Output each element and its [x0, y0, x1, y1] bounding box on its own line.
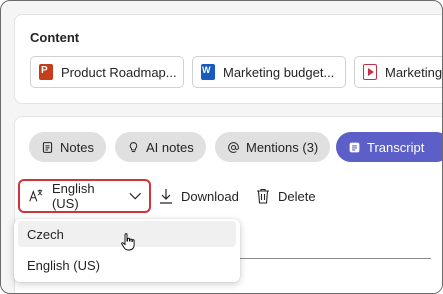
file-name: Marketing budget... [223, 64, 335, 80]
content-title: Content [30, 30, 80, 45]
file-chip-product-roadmap[interactable]: Product Roadmap... [30, 56, 184, 88]
delete-button[interactable]: Delete [256, 183, 316, 209]
tab-transcript[interactable]: Transcript [336, 132, 442, 162]
at-icon [228, 141, 239, 153]
download-icon [160, 189, 172, 204]
hand-cursor-icon [121, 233, 135, 251]
app-frame: Content Product Roadmap... Marketing bud… [0, 0, 443, 294]
file-chip-marketing-budget[interactable]: Marketing budget... [192, 56, 346, 88]
file-name: Product Roadmap... [61, 64, 177, 80]
translate-icon [29, 189, 43, 202]
content-panel: Content Product Roadmap... Marketing bud… [14, 14, 443, 104]
tab-ai-notes[interactable]: AI notes [115, 132, 206, 162]
tab-notes[interactable]: Notes [29, 132, 106, 162]
content-divider [231, 258, 431, 259]
notes-icon [42, 141, 53, 153]
option-label: Czech [27, 226, 64, 242]
transcript-icon [349, 142, 360, 152]
delete-label: Delete [278, 188, 316, 204]
chevron-down-icon [129, 192, 141, 200]
language-option-english-us[interactable]: English (US) [18, 252, 236, 278]
word-icon [201, 64, 215, 80]
tab-mentions[interactable]: Mentions (3) [215, 132, 331, 162]
video-icon [363, 64, 377, 80]
tab-label: Mentions (3) [246, 139, 319, 155]
option-label: English (US) [27, 257, 100, 273]
trash-icon [257, 188, 269, 204]
powerpoint-icon [39, 64, 53, 80]
file-chip-marketing-video[interactable]: Marketing [354, 56, 443, 88]
language-label: English (US) [51, 181, 95, 211]
tab-label: Notes [60, 139, 94, 155]
language-select-button[interactable]: English (US) [18, 179, 151, 213]
download-button[interactable]: Download [159, 183, 239, 209]
tab-label: Transcript [367, 139, 425, 155]
lightbulb-icon [129, 141, 138, 152]
file-name: Marketing [385, 64, 443, 80]
tab-label: AI notes [146, 139, 194, 155]
download-label: Download [181, 188, 239, 204]
